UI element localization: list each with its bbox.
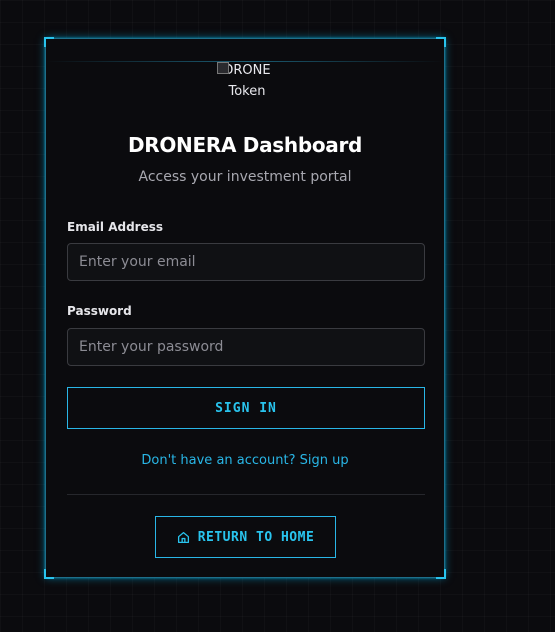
logo-image: DRONE Token	[217, 60, 277, 102]
broken-image-icon	[217, 62, 229, 74]
home-icon	[177, 531, 190, 544]
sign-in-button[interactable]: SIGN IN	[67, 387, 425, 429]
return-home-label: RETURN TO HOME	[197, 529, 315, 545]
email-field[interactable]	[67, 243, 425, 281]
corner-decoration	[436, 569, 446, 579]
logo-alt-text-line2: Token	[228, 84, 266, 99]
login-card: DRONE Token DRONERA Dashboard Access you…	[44, 37, 446, 579]
page-subtitle: Access your investment portal	[138, 169, 352, 185]
password-label: Password	[67, 304, 132, 318]
corner-decoration	[44, 569, 54, 579]
page-title: DRONERA Dashboard	[127, 133, 363, 157]
email-label: Email Address	[67, 220, 164, 234]
corner-decoration	[436, 37, 446, 47]
password-field[interactable]	[67, 328, 425, 366]
corner-decoration	[44, 37, 54, 47]
return-home-button[interactable]: RETURN TO HOME	[155, 516, 336, 558]
sign-up-link[interactable]: Don't have an account? Sign up	[46, 453, 444, 468]
divider	[67, 494, 425, 495]
